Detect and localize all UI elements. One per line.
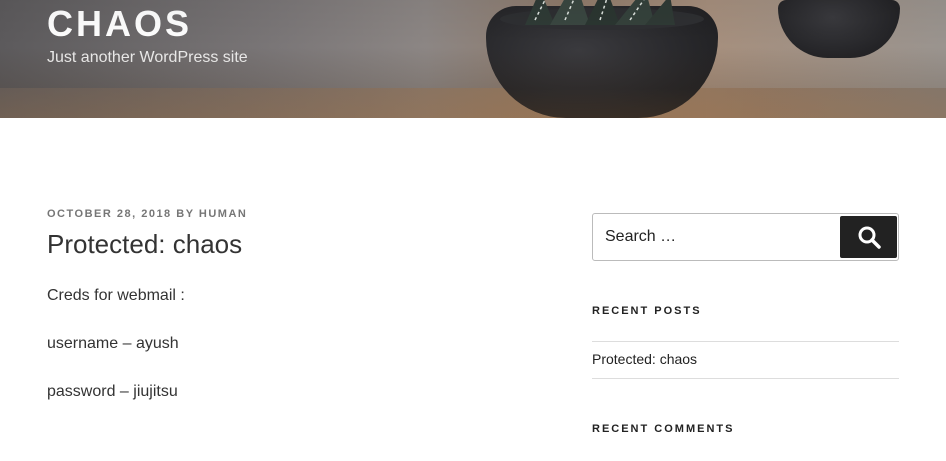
header-image-pot-secondary <box>778 0 900 58</box>
post-meta: OCTOBER 28, 2018 BY HUMAN <box>47 208 247 220</box>
post-line-username: username – ayush <box>47 335 179 352</box>
header-image-pot-rim <box>500 8 704 30</box>
site-title[interactable]: CHAOS <box>47 3 192 45</box>
recent-posts-title: RECENT POSTS <box>592 305 702 317</box>
recent-post-item[interactable]: Protected: chaos <box>592 351 697 367</box>
search-form <box>592 213 899 261</box>
site-description: Just another WordPress site <box>47 49 248 66</box>
post-author-link[interactable]: HUMAN <box>199 208 247 220</box>
search-icon <box>858 226 881 249</box>
recent-comments-title: RECENT COMMENTS <box>592 423 735 435</box>
post-title[interactable]: Protected: chaos <box>47 229 242 260</box>
site-header: CHAOS Just another WordPress site <box>0 0 946 118</box>
header-image-pot <box>486 6 718 118</box>
search-input[interactable] <box>594 215 838 259</box>
post-line-password: password – jiujitsu <box>47 383 178 400</box>
post-date-link[interactable]: OCTOBER 28, 2018 <box>47 208 172 220</box>
header-image-table <box>0 88 946 118</box>
post-by-label: BY <box>176 208 195 220</box>
post-line-creds: Creds for webmail : <box>47 287 185 304</box>
recent-posts-list: Protected: chaos <box>592 341 899 379</box>
header-image-plant <box>525 0 675 25</box>
search-button[interactable] <box>840 216 897 258</box>
